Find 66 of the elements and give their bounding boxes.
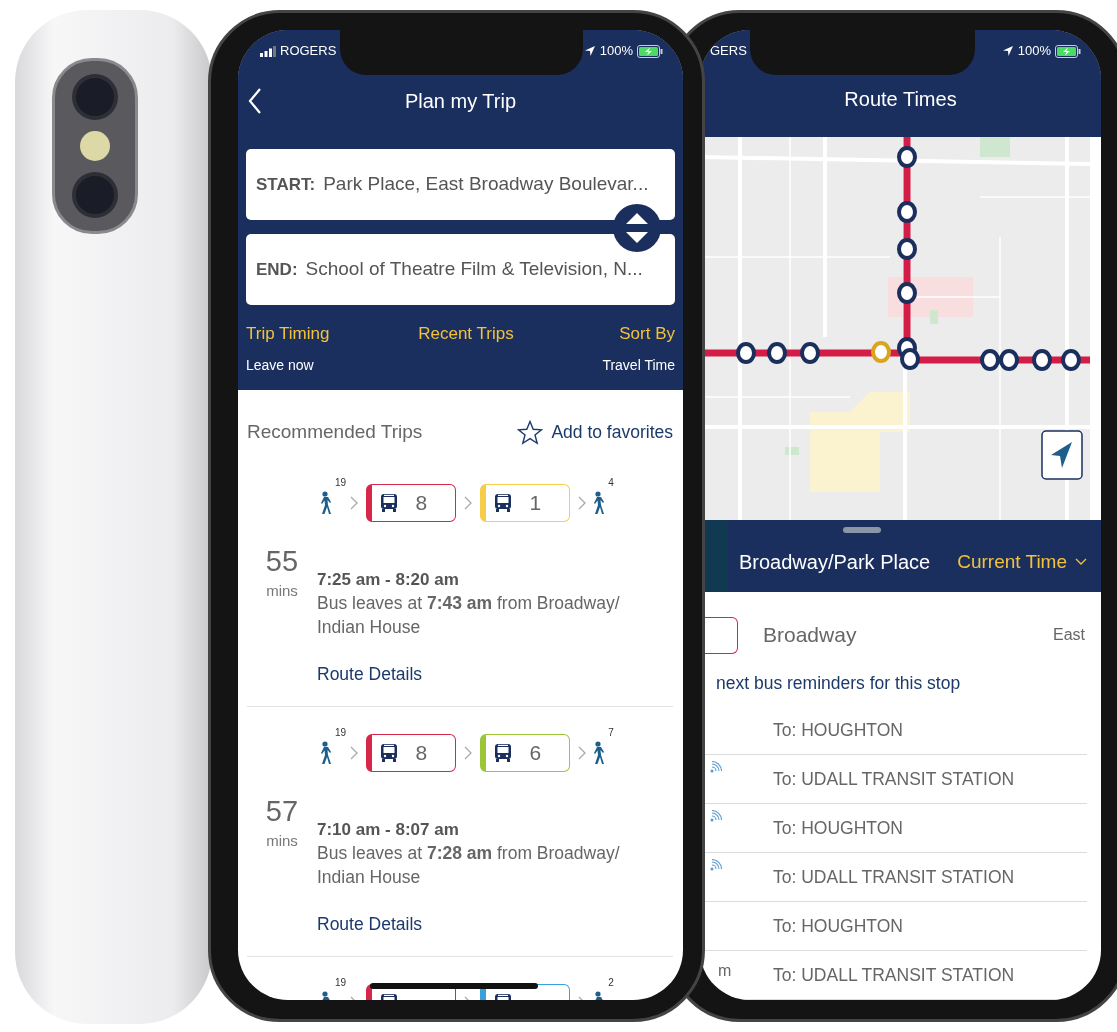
route-number: 8 (415, 489, 428, 516)
drag-handle[interactable] (843, 527, 881, 533)
star-icon (517, 419, 544, 445)
start-field[interactable]: START: Park Place, East Broadway Boulevar... (246, 149, 675, 220)
carrier-name: ROGERS (280, 42, 337, 61)
departure-info: Bus leaves at 7:43 am from Broadway/ Indian House (317, 592, 621, 639)
option-value: Leave now (246, 355, 314, 375)
bus-icon (380, 742, 399, 763)
trip-duration: 55 (265, 546, 299, 576)
destination: To: UDALL TRANSIT STATION (773, 866, 1015, 890)
trip-duration: 57 (265, 796, 299, 826)
reminders-link[interactable]: next bus reminders for this stop (716, 670, 1101, 697)
add-to-favorites-link[interactable]: Add to favorites (517, 419, 673, 446)
option-link[interactable]: Trip Timing (246, 321, 330, 347)
battery-percent: 100% (1017, 42, 1051, 61)
screen-title: Plan my Trip (404, 89, 517, 114)
field-label: START: (256, 173, 316, 196)
screen-title: Route Times (843, 87, 958, 112)
walk-minutes: 19 (335, 475, 347, 490)
signal-icon (260, 45, 276, 57)
option-value: Travel Time (602, 355, 675, 375)
field-label: END: (256, 258, 298, 281)
walk-minutes: 2 (608, 975, 614, 990)
walk-minutes: 7 (608, 725, 614, 740)
dropdown-caret-icon (1075, 558, 1087, 566)
duration-unit: mins (266, 830, 298, 851)
field-value: Park Place, East Broadway Boulevar... (323, 172, 649, 197)
route-details-link[interactable]: Route Details (317, 661, 647, 688)
route-direction: East (1053, 625, 1085, 645)
bus-icon (494, 742, 513, 763)
route-number: 1 (529, 489, 542, 516)
trip-time-range: 7:10 am - 8:07 am (317, 818, 460, 841)
location-arrow-icon (1001, 45, 1014, 57)
bus-icon (494, 492, 513, 513)
destination: To: HOUGHTON (773, 915, 903, 939)
time-filter-dropdown[interactable]: Current Time (957, 547, 1087, 577)
option-link[interactable]: Sort By (619, 321, 675, 347)
locate-button[interactable] (1041, 430, 1083, 480)
duration-unit: mins (266, 580, 298, 601)
section-title: Recommended Trips (247, 420, 423, 444)
swap-button[interactable] (612, 203, 662, 253)
carrier-name: GERS (710, 42, 747, 61)
walk-minutes: 19 (335, 725, 347, 740)
destination: To: HOUGHTON (773, 719, 903, 743)
back-icon[interactable] (248, 88, 262, 114)
battery-percent: 100% (599, 42, 633, 61)
departure-time: m (718, 961, 732, 982)
end-field[interactable]: END: School of Theatre Film & Television, N... (246, 234, 675, 305)
route-number: 8 (415, 739, 428, 766)
destination: To: UDALL TRANSIT STATION (773, 964, 1015, 988)
walk-minutes: 4 (608, 475, 614, 490)
stop-name: Broadway/Park Place (739, 550, 931, 575)
destination: To: UDALL TRANSIT STATION (773, 768, 1015, 792)
destination: To: HOUGHTON (773, 817, 903, 841)
route-name: Broadway (763, 622, 857, 649)
route-details-link[interactable]: Route Details (317, 911, 647, 938)
bus-icon (380, 492, 399, 513)
battery-icon (637, 44, 663, 58)
walk-minutes: 19 (335, 975, 347, 990)
field-value: School of Theatre Film & Television, N... (305, 257, 643, 282)
route-number: 6 (529, 739, 542, 766)
recent-trips-link[interactable]: Recent Trips (418, 321, 514, 347)
location-arrow-icon (583, 45, 596, 57)
battery-icon (1055, 44, 1081, 58)
trip-time-range: 7:25 am - 8:20 am (317, 568, 460, 591)
departure-info: Bus leaves at 7:28 am from Broadway/ Indian House (317, 842, 621, 889)
